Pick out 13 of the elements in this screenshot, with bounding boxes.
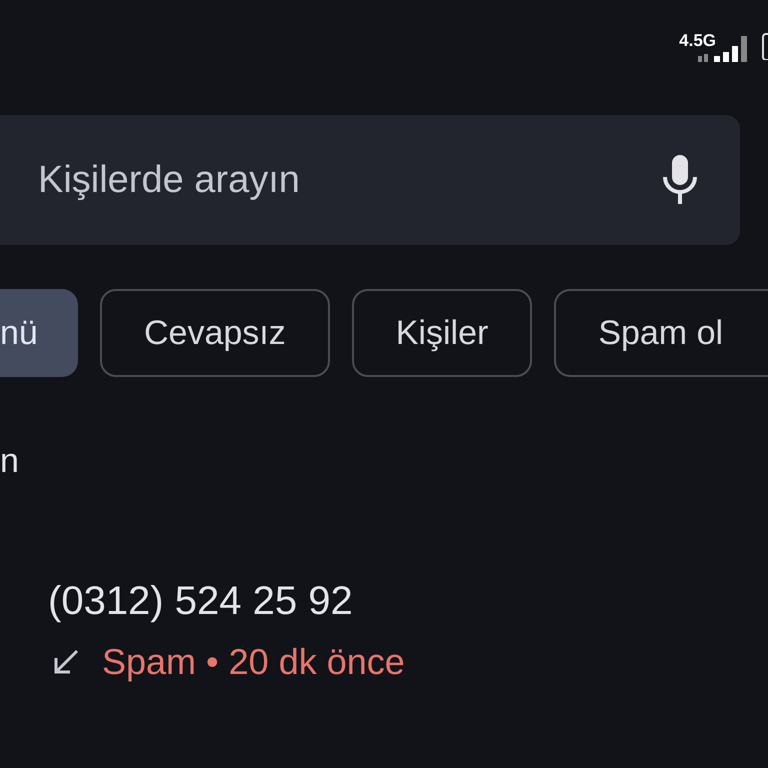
section-header: n [0, 441, 20, 481]
incoming-call-icon [52, 648, 80, 676]
search-field[interactable]: Kişilerde arayın [36, 158, 660, 202]
call-detail: Spam • 20 dk önce [102, 641, 405, 683]
battery-icon [762, 30, 768, 60]
phone-number: (0312) 524 25 92 [48, 578, 354, 625]
microphone-icon[interactable] [660, 153, 700, 207]
search-bar[interactable]: Kişilerde arayın [0, 115, 740, 245]
network-type: 4.5G [679, 32, 716, 49]
filter-chip[interactable]: Cevapsız [100, 289, 330, 377]
filter-chip[interactable]: Kişiler [352, 289, 532, 377]
filter-chip[interactable]: Spam ol [554, 289, 768, 377]
filter-chip[interactable]: nü [0, 289, 78, 377]
